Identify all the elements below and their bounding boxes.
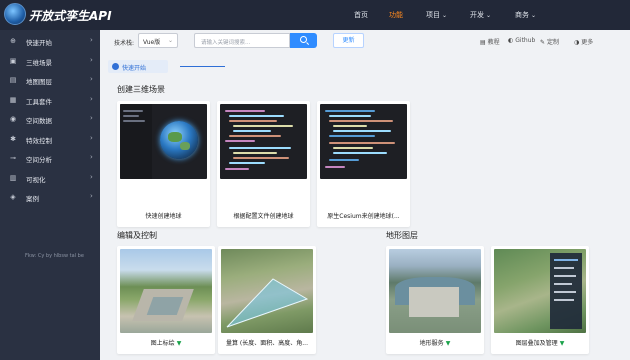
more-icon: ◑	[574, 39, 580, 46]
sidebar-item-spatial-analysis[interactable]: ⊸ 空间分析 ›	[0, 149, 100, 168]
sidebar-item-effects[interactable]: ✱ 特效控制 ›	[0, 130, 100, 149]
card-caption: 原生Cesium来创建地球(...	[327, 213, 400, 220]
app-title[interactable]: 开放式孪生API	[29, 7, 112, 24]
chevron-right-icon: ›	[90, 134, 93, 142]
globe-icon: ⊕	[10, 37, 16, 45]
chart-icon: ▥	[9, 174, 17, 182]
example-card[interactable]: 地形服务 ▼	[386, 246, 484, 354]
sidebar-item-quickstart[interactable]: ⊕ 快速开始 ›	[0, 32, 100, 51]
search-input[interactable]: 请输入关键词搜索…	[194, 33, 290, 48]
search-icon	[300, 36, 307, 43]
github-link[interactable]: ◐ Github	[508, 37, 535, 44]
card-thumbnail	[221, 249, 313, 333]
expand-icon[interactable]: ▼	[560, 340, 565, 347]
sidebar-item-label: 三维场景	[26, 59, 52, 67]
sidebar-item-label: 地图图层	[26, 78, 52, 86]
layers-icon: ▤	[9, 76, 17, 84]
chevron-down-icon: ⌄	[486, 12, 492, 19]
chevron-right-icon: ›	[90, 114, 93, 122]
expand-icon[interactable]: ▼	[177, 340, 182, 347]
chevron-right-icon: ›	[90, 173, 93, 181]
section-title-scene: 创建三维场景	[117, 85, 165, 94]
wrench-icon: ✎	[540, 39, 546, 46]
gear-icon: ✱	[10, 135, 16, 143]
chevron-down-icon: ⌄	[167, 37, 173, 44]
chevron-down-icon: ⌄	[531, 12, 537, 19]
tutorial-link[interactable]: ▤ 教程	[480, 37, 500, 46]
sidebar-item-map-layers[interactable]: ▤ 地图图层 ›	[0, 71, 100, 90]
customize-link[interactable]: ✎ 定制	[540, 37, 559, 46]
nav-item-develop[interactable]: 开发 ⌄	[470, 10, 491, 20]
github-icon: ◐	[508, 37, 514, 44]
sidebar-item-label: 空间分析	[26, 156, 52, 164]
sidebar-item-toolkit[interactable]: ▦ 工具套件 ›	[0, 91, 100, 110]
sidebar-item-label: 工具套件	[26, 98, 52, 106]
card-thumbnail	[120, 104, 207, 179]
sidebar-item-visualization[interactable]: ▥ 可视化 ›	[0, 169, 100, 188]
chevron-right-icon: ›	[90, 95, 93, 103]
cube-icon: ▣	[9, 57, 17, 65]
top-navigation-bar: 开放式孪生API 首页 功能 项目 ⌄ 开发 ⌄ 商务 ⌄	[0, 0, 630, 30]
example-card[interactable]: 量算 (长度、面积、高度、角...	[218, 246, 316, 354]
sidebar-item-cases[interactable]: ◈ 案例 ›	[0, 188, 100, 207]
tab-underline	[180, 66, 225, 67]
chevron-right-icon: ›	[90, 153, 93, 161]
sidebar-item-label: 可视化	[26, 176, 46, 184]
nav-item-business[interactable]: 商务 ⌄	[515, 10, 536, 20]
tech-stack-label: 技术栈:	[114, 40, 135, 47]
analysis-icon: ⊸	[10, 154, 16, 162]
card-thumbnail	[494, 249, 586, 333]
sidebar-item-3d-scene[interactable]: ▣ 三维场景 ›	[0, 52, 100, 71]
card-caption: 地形服务 ▼	[419, 340, 451, 347]
example-card[interactable]: 图上标绘 ▼	[117, 246, 215, 354]
update-button[interactable]: 更新	[333, 33, 364, 48]
sidebar-item-label: 快速开始	[26, 39, 52, 47]
sidebar: ⊕ 快速开始 › ▣ 三维场景 › ▤ 地图图层 › ▦ 工具套件 › ◉ 空间…	[0, 30, 100, 360]
example-card[interactable]: 图层叠加及管理 ▼	[491, 246, 589, 354]
card-thumbnail	[320, 104, 407, 179]
chevron-right-icon: ›	[90, 75, 93, 83]
chevron-right-icon: ›	[90, 192, 93, 200]
expand-icon[interactable]: ▼	[446, 340, 451, 347]
card-thumbnail	[220, 104, 307, 179]
case-icon: ◈	[10, 193, 16, 201]
app-logo-icon[interactable]	[4, 3, 26, 25]
nav-item-features[interactable]: 功能	[389, 10, 403, 20]
card-caption: 快速创建地球	[145, 213, 182, 220]
measure-area-overlay	[226, 278, 309, 328]
chevron-down-icon: ⌄	[442, 12, 448, 19]
card-caption: 根据配置文件创建地球	[233, 213, 294, 220]
sidebar-item-label: 空间数据	[26, 117, 52, 125]
globe-icon	[112, 63, 119, 70]
tab-quickstart[interactable]: 快速开始	[108, 60, 168, 73]
database-icon: ◉	[9, 115, 17, 123]
card-thumbnail	[389, 249, 481, 333]
tech-stack-select[interactable]: Vue版 ⌄	[138, 33, 178, 48]
nav-item-home[interactable]: 首页	[354, 10, 368, 20]
example-card[interactable]: 原生Cesium来创建地球(...	[317, 101, 410, 227]
card-caption: 量算 (长度、面积、高度、角...	[226, 340, 308, 347]
nav-item-projects[interactable]: 项目 ⌄	[426, 10, 447, 20]
more-link[interactable]: ◑ 更多	[574, 37, 593, 46]
search-button[interactable]	[290, 33, 317, 48]
sidebar-item-label: 案例	[26, 195, 39, 203]
chevron-right-icon: ›	[90, 56, 93, 64]
sidebar-item-label: 特效控制	[26, 137, 52, 145]
section-title-edit: 编辑及控制	[117, 231, 157, 240]
sidebar-item-spatial-data[interactable]: ◉ 空间数据 ›	[0, 110, 100, 129]
example-card[interactable]: 快速创建地球	[117, 101, 210, 227]
sidebar-footer-note: Fkw: Cy by hlbsw tal be	[25, 253, 84, 259]
book-icon: ▤	[480, 39, 486, 46]
card-caption: 图层叠加及管理 ▼	[515, 340, 565, 347]
main-content: 技术栈: Vue版 ⌄ 请输入关键词搜索… 更新 ▤ 教程 ◐ Github ✎ 定制…	[100, 30, 630, 360]
example-card[interactable]: 根据配置文件创建地球	[217, 101, 310, 227]
card-thumbnail	[120, 249, 212, 333]
section-title-terrain: 地形图层	[386, 231, 418, 240]
toolbox-icon: ▦	[9, 96, 17, 104]
chevron-right-icon: ›	[90, 36, 93, 44]
card-caption: 图上标绘 ▼	[150, 340, 182, 347]
toolbar: 技术栈: Vue版 ⌄ 请输入关键词搜索… 更新 ▤ 教程 ◐ Github ✎ 定制…	[100, 30, 630, 52]
